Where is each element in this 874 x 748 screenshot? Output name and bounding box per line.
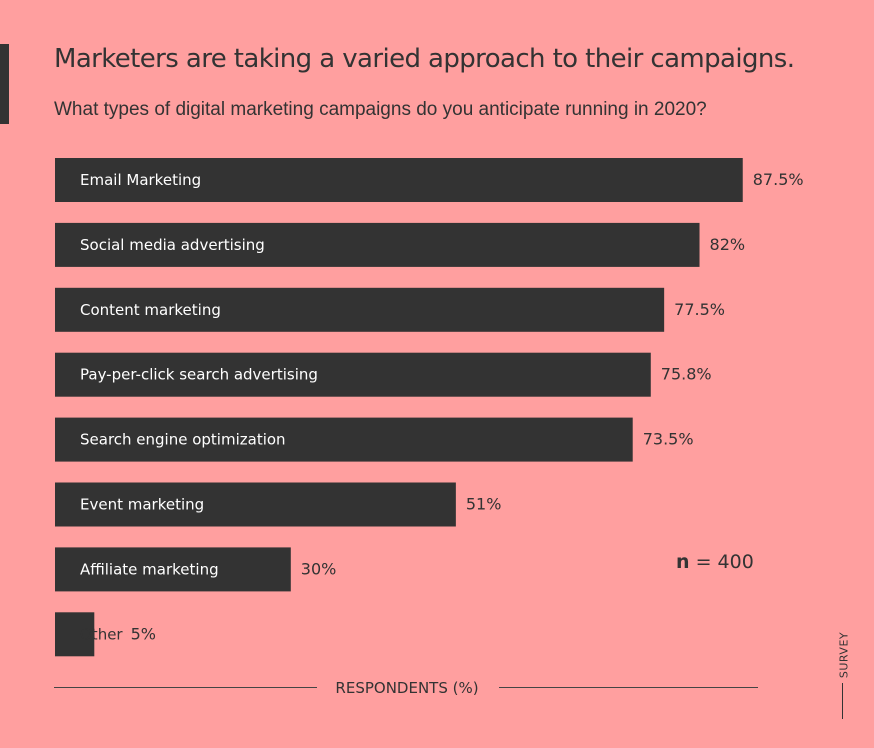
category-label-event-marketing: Event marketing	[80, 496, 204, 514]
sample-size-value: = 400	[689, 551, 754, 573]
bar-chart: Email Marketing 87.5% Social media adverti…	[55, 158, 804, 657]
value-label-email-marketing: 87.5%	[753, 170, 804, 189]
value-label-content-marketing: 77.5%	[674, 300, 725, 319]
category-label-email-marketing: Email Marketing	[80, 171, 201, 189]
survey-tag-label: SURVEY	[837, 631, 851, 679]
category-label-affiliate-marketing: Affiliate marketing	[80, 560, 219, 578]
category-label-pay-per-click-search-advertising: Pay-per-click search advertising	[80, 366, 318, 384]
axis-rule-right	[499, 687, 758, 688]
value-label-event-marketing: 51%	[466, 495, 502, 514]
category-label-other: Other	[80, 625, 123, 643]
category-label-search-engine-optimization: Search engine optimization	[80, 431, 286, 449]
category-label-social-media-advertising: Social media advertising	[80, 236, 265, 254]
value-label-pay-per-click-search-advertising: 75.8%	[661, 365, 712, 384]
sample-size-symbol: n	[676, 551, 690, 573]
x-axis-title: RESPONDENTS (%)	[335, 679, 479, 697]
value-label-other: 5%	[131, 624, 156, 643]
survey-tag-rule	[842, 683, 843, 719]
axis-rule-left	[54, 687, 317, 688]
sample-size: n = 400	[676, 551, 754, 573]
value-label-search-engine-optimization: 73.5%	[643, 430, 694, 449]
survey-tag: SURVEY	[834, 626, 854, 684]
value-label-affiliate-marketing: 30%	[301, 559, 337, 578]
value-label-social-media-advertising: 82%	[710, 235, 746, 254]
category-label-content-marketing: Content marketing	[80, 301, 221, 319]
